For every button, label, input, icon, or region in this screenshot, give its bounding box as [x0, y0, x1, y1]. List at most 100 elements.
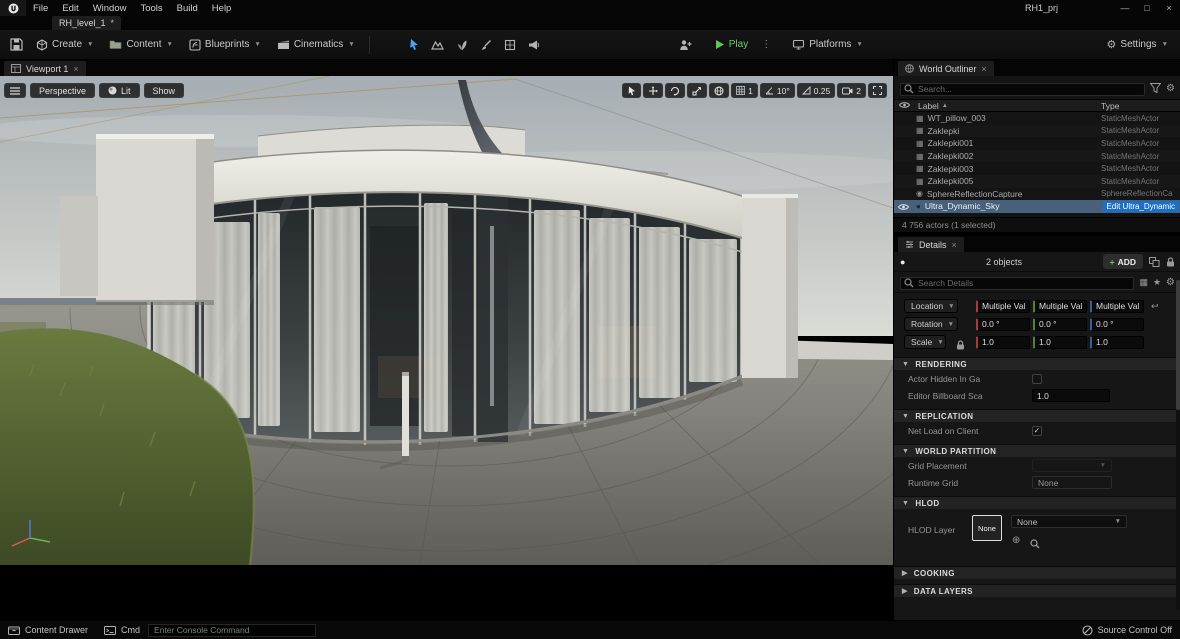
browse-icon[interactable]: [1149, 256, 1160, 267]
edit-asset-chip[interactable]: Edit Ultra_Dynamic: [1102, 201, 1179, 212]
filter-icon[interactable]: [1150, 83, 1162, 93]
eye-icon[interactable]: [897, 203, 910, 213]
outliner-tab[interactable]: World Outliner ×: [898, 61, 994, 76]
outliner-row[interactable]: ▦ Zaklepki StaticMeshActor: [894, 124, 1180, 138]
section-replication[interactable]: ▼ REPLICATION: [894, 409, 1180, 422]
outliner-row[interactable]: ▦ Zaklepki003 StaticMeshActor: [894, 162, 1180, 175]
hlod-layer-dropdown[interactable]: None ▼: [1011, 515, 1127, 528]
landscape-mode-button[interactable]: [426, 33, 450, 57]
rotate-tool-button[interactable]: [665, 83, 686, 98]
details-search-input[interactable]: [900, 276, 1135, 290]
close-button[interactable]: ×: [1158, 0, 1180, 16]
location-dropdown[interactable]: Location ▼: [904, 299, 958, 313]
outliner-search[interactable]: [900, 79, 1146, 97]
close-icon[interactable]: ×: [981, 64, 986, 74]
actor-hidden-checkbox[interactable]: [1032, 373, 1042, 384]
menu-help[interactable]: Help: [205, 0, 239, 16]
lock-icon[interactable]: [1166, 256, 1175, 267]
foliage-mode-button[interactable]: [450, 33, 474, 57]
add-player-button[interactable]: [674, 33, 698, 57]
section-rendering[interactable]: ▼ RENDERING: [894, 357, 1180, 370]
maximize-button[interactable]: □: [1136, 0, 1158, 16]
unreal-logo[interactable]: [0, 0, 26, 16]
details-tab[interactable]: Details ×: [898, 237, 964, 252]
section-hlod[interactable]: ▼ HLOD: [894, 496, 1180, 509]
close-icon[interactable]: ×: [952, 240, 957, 250]
details-search[interactable]: [900, 273, 1135, 291]
rotation-dropdown[interactable]: Rotation ▼: [904, 317, 958, 331]
scale-lock-icon[interactable]: [956, 337, 965, 355]
cmd-button[interactable]: Cmd: [96, 621, 148, 639]
location-y-field[interactable]: Multiple Val: [1033, 299, 1087, 313]
scale-y-field[interactable]: 1.0: [1033, 335, 1087, 349]
browse-to-asset-icon[interactable]: [1030, 536, 1040, 554]
viewport-tab[interactable]: Viewport 1 ×: [4, 61, 86, 76]
maximize-viewport-button[interactable]: [868, 83, 887, 98]
show-dropdown[interactable]: Show: [143, 83, 185, 98]
content-drawer-button[interactable]: Content Drawer: [0, 621, 96, 639]
cinematics-button[interactable]: Cinematics ▼: [269, 33, 363, 57]
camera-speed-button[interactable]: 2: [837, 83, 866, 98]
scale-tool-button[interactable]: [687, 83, 708, 98]
world-local-toggle-button[interactable]: [709, 83, 730, 98]
select-mode-button[interactable]: [402, 33, 426, 57]
details-scrollbar-thumb[interactable]: [1176, 280, 1180, 410]
view-mode-dropdown[interactable]: Lit: [99, 83, 140, 98]
outliner-row[interactable]: ▦ WT_pillow_003 StaticMeshActor: [894, 112, 1180, 125]
scale-dropdown[interactable]: Scale ▼: [904, 335, 946, 349]
scale-z-field[interactable]: 1.0: [1090, 335, 1144, 349]
scale-snap-button[interactable]: 0.25: [796, 83, 836, 98]
grid-snap-button[interactable]: 1: [731, 83, 758, 98]
outliner-row[interactable]: ◉ SphereReflectionCapture SphereReflection…: [894, 188, 1180, 201]
fracture-mode-button[interactable]: [522, 33, 546, 57]
section-world-partition[interactable]: ▼ WORLD PARTITION: [894, 444, 1180, 457]
billboard-scale-field[interactable]: 1.0: [1032, 389, 1110, 402]
settings-button[interactable]: ⚙ Settings ▼: [1099, 33, 1176, 57]
section-cooking[interactable]: ▶ COOKING: [894, 566, 1180, 579]
eye-icon[interactable]: [898, 101, 911, 111]
mesh-paint-mode-button[interactable]: [498, 33, 522, 57]
net-load-checkbox[interactable]: ✓: [1032, 425, 1042, 436]
outliner-row[interactable]: ▦ Zaklepki001 StaticMeshActor: [894, 137, 1180, 150]
content-button[interactable]: Content ▼: [101, 33, 180, 57]
scale-x-field[interactable]: 1.0: [976, 335, 1030, 349]
rotation-y-field[interactable]: 0.0 °: [1033, 317, 1087, 331]
save-button[interactable]: [4, 33, 28, 57]
menu-edit[interactable]: Edit: [55, 0, 85, 16]
menu-window[interactable]: Window: [86, 0, 134, 16]
display-filter-icon[interactable]: ▦: [1139, 277, 1148, 288]
move-tool-button[interactable]: [643, 83, 664, 98]
location-x-field[interactable]: Multiple Val: [976, 299, 1030, 313]
rotation-snap-button[interactable]: 10°: [759, 83, 795, 98]
hlod-asset-thumbnail-button[interactable]: None: [972, 515, 1002, 541]
minimize-button[interactable]: —: [1114, 0, 1136, 16]
viewport-3d-scene[interactable]: [0, 76, 893, 566]
rotation-z-field[interactable]: 0.0 °: [1090, 317, 1144, 331]
outliner-header-row[interactable]: Label ▲ Type: [894, 99, 1180, 112]
brush-mode-button[interactable]: [474, 33, 498, 57]
console-command-input[interactable]: [148, 623, 317, 637]
rotation-x-field[interactable]: 0.0 °: [976, 317, 1030, 331]
select-tool-button[interactable]: [622, 83, 642, 98]
outliner-row[interactable]: ▦ Zaklepki002 StaticMeshActor: [894, 149, 1180, 163]
platforms-button[interactable]: Platforms ▼: [784, 33, 871, 57]
outliner-row[interactable]: ▦ Zaklepki005 StaticMeshActor: [894, 174, 1180, 188]
source-control-button[interactable]: Source Control Off: [1074, 621, 1180, 639]
create-button[interactable]: Create ▼: [28, 33, 101, 57]
favorites-star-icon[interactable]: ★: [1153, 277, 1161, 288]
details-settings-gear-icon[interactable]: ⚙: [1166, 277, 1175, 288]
outliner-row-selected[interactable]: ● Ultra_Dynamic_Sky Edit Ultra_Dynamic: [894, 200, 1180, 213]
menu-build[interactable]: Build: [170, 0, 205, 16]
play-options-button[interactable]: ⋮: [758, 39, 774, 50]
label-column-header[interactable]: Label: [918, 101, 939, 111]
blueprints-button[interactable]: Blueprints ▼: [181, 33, 269, 57]
level-tab[interactable]: RH_level_1 *: [52, 16, 122, 30]
location-z-field[interactable]: Multiple Val: [1090, 299, 1144, 313]
menu-tools[interactable]: Tools: [133, 0, 169, 16]
close-icon[interactable]: ×: [73, 64, 78, 74]
section-data-layers[interactable]: ▶ DATA LAYERS: [894, 584, 1180, 597]
grid-placement-dropdown[interactable]: ▼: [1032, 459, 1112, 472]
details-scrollbar[interactable]: [1176, 280, 1180, 610]
play-button[interactable]: Play: [706, 33, 756, 57]
reset-to-default-icon[interactable]: ↩: [1151, 301, 1159, 312]
